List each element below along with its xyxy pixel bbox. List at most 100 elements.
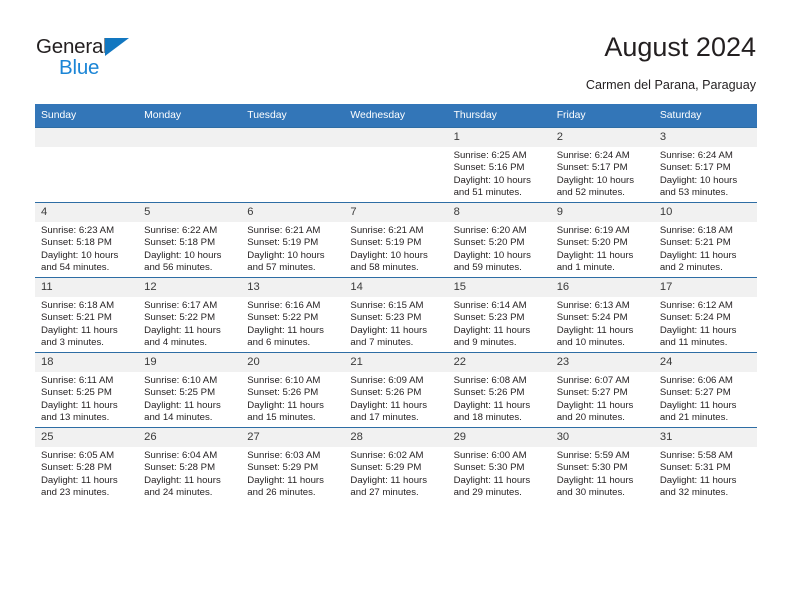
daylight-duration-minutes: and 27 minutes. <box>350 487 419 499</box>
sunrise-time: Sunrise: 6:07 AM <box>556 375 630 386</box>
daylight-duration-minutes: and 26 minutes. <box>247 487 316 499</box>
calendar-day-cell[interactable]: 30 Sunrise: 5:59 AM Sunset: 5:30 PM Dayligh… <box>550 427 654 503</box>
calendar-day-cell[interactable]: 15 Sunrise: 6:14 AM Sunset: 5:23 PM Dayligh… <box>447 277 551 353</box>
day-details: Sunrise: 6:18 AM Sunset: 5:21 PM Daylight:… <box>35 297 138 350</box>
day-details: Sunrise: 6:19 AM Sunset: 5:20 PM Daylight:… <box>551 222 654 275</box>
day-details: Sunrise: 6:20 AM Sunset: 5:20 PM Daylight:… <box>448 222 551 275</box>
calendar-day-cell[interactable]: 25 Sunrise: 6:05 AM Sunset: 5:28 PM Dayligh… <box>35 427 139 503</box>
sunset-time: Sunset: 5:26 PM <box>247 387 319 399</box>
day-number: 27 <box>241 428 345 447</box>
calendar-day-cell[interactable]: 28 Sunrise: 6:02 AM Sunset: 5:29 PM Dayligh… <box>344 427 448 503</box>
sunrise-time: Sunrise: 5:59 AM <box>556 450 630 461</box>
sunrise-time: Sunrise: 6:17 AM <box>144 300 218 311</box>
daylight-duration-minutes: and 15 minutes. <box>247 412 316 424</box>
calendar-day-cell[interactable]: 12 Sunrise: 6:17 AM Sunset: 5:22 PM Dayligh… <box>138 277 242 353</box>
calendar-day-cell[interactable]: 2 Sunrise: 6:24 AM Sunset: 5:17 PM Daylight… <box>550 127 654 203</box>
day-number: 17 <box>653 278 757 297</box>
day-details: Sunrise: 6:18 AM Sunset: 5:21 PM Daylight:… <box>654 222 757 275</box>
sunrise-time: Sunrise: 6:06 AM <box>659 375 733 386</box>
day-number: 25 <box>35 428 139 447</box>
daylight-duration-hours: Daylight: 10 hours <box>659 174 738 186</box>
sunrise-time: Sunrise: 6:11 AM <box>41 375 114 386</box>
day-number: 23 <box>550 353 654 372</box>
day-number: 6 <box>241 203 345 222</box>
sunrise-time: Sunrise: 6:04 AM <box>144 450 218 461</box>
day-details: Sunrise: 6:21 AM Sunset: 5:19 PM Daylight:… <box>344 222 447 275</box>
calendar-day-cell-empty <box>138 127 242 203</box>
daylight-duration-minutes: and 57 minutes. <box>247 262 316 274</box>
page-header: General Blue August 2024 Carmen del Para… <box>0 0 792 100</box>
sunrise-time: Sunrise: 6:14 AM <box>453 300 527 311</box>
calendar-day-cell[interactable]: 5 Sunrise: 6:22 AM Sunset: 5:18 PM Daylight… <box>138 202 242 278</box>
calendar-day-cell[interactable]: 3 Sunrise: 6:24 AM Sunset: 5:17 PM Daylight… <box>653 127 757 203</box>
logo-text-general: General <box>36 35 108 58</box>
sunrise-time: Sunrise: 6:21 AM <box>350 225 424 236</box>
calendar-day-cell[interactable]: 14 Sunrise: 6:15 AM Sunset: 5:23 PM Dayligh… <box>344 277 448 353</box>
calendar-day-cell[interactable]: 10 Sunrise: 6:18 AM Sunset: 5:21 PM Dayligh… <box>653 202 757 278</box>
calendar-day-cell[interactable]: 7 Sunrise: 6:21 AM Sunset: 5:19 PM Daylight… <box>344 202 448 278</box>
calendar-day-cell[interactable]: 29 Sunrise: 6:00 AM Sunset: 5:30 PM Dayligh… <box>447 427 551 503</box>
daylight-duration-minutes: and 23 minutes. <box>41 487 110 499</box>
calendar-day-cell[interactable]: 8 Sunrise: 6:20 AM Sunset: 5:20 PM Daylight… <box>447 202 551 278</box>
daylight-duration-minutes: and 2 minutes. <box>659 262 723 274</box>
calendar-day-cell[interactable]: 18 Sunrise: 6:11 AM Sunset: 5:25 PM Dayligh… <box>35 352 139 428</box>
calendar-day-cell[interactable]: 24 Sunrise: 6:06 AM Sunset: 5:27 PM Dayligh… <box>653 352 757 428</box>
daylight-duration-minutes: and 56 minutes. <box>144 262 213 274</box>
day-number: 26 <box>138 428 242 447</box>
calendar-day-cell[interactable]: 20 Sunrise: 6:10 AM Sunset: 5:26 PM Dayligh… <box>241 352 345 428</box>
day-number: 18 <box>35 353 139 372</box>
daylight-duration-minutes: and 14 minutes. <box>144 412 213 424</box>
sunset-time: Sunset: 5:25 PM <box>41 387 112 399</box>
day-details: Sunrise: 6:12 AM Sunset: 5:24 PM Daylight:… <box>654 297 757 350</box>
day-number <box>241 128 345 147</box>
calendar-day-cell[interactable]: 21 Sunrise: 6:09 AM Sunset: 5:26 PM Dayligh… <box>344 352 448 428</box>
calendar-day-cell[interactable]: 22 Sunrise: 6:08 AM Sunset: 5:26 PM Dayligh… <box>447 352 551 428</box>
sunset-time: Sunset: 5:26 PM <box>453 387 525 399</box>
daylight-duration-hours: Daylight: 11 hours <box>247 474 324 486</box>
sunrise-time: Sunrise: 5:58 AM <box>659 450 733 461</box>
daylight-duration-minutes: and 59 minutes. <box>453 262 522 274</box>
day-details: Sunrise: 6:24 AM Sunset: 5:17 PM Daylight:… <box>654 147 757 200</box>
calendar-day-cell[interactable]: 1 Sunrise: 6:25 AM Sunset: 5:16 PM Daylight… <box>447 127 551 203</box>
calendar-day-cell[interactable]: 13 Sunrise: 6:16 AM Sunset: 5:22 PM Dayligh… <box>241 277 345 353</box>
day-details: Sunrise: 6:05 AM Sunset: 5:28 PM Daylight:… <box>35 447 138 500</box>
day-number: 4 <box>35 203 139 222</box>
calendar-day-cell[interactable]: 23 Sunrise: 6:07 AM Sunset: 5:27 PM Dayligh… <box>550 352 654 428</box>
daylight-duration-minutes: and 52 minutes. <box>556 187 625 199</box>
logo-triangle-icon <box>105 38 129 56</box>
day-number: 11 <box>35 278 139 297</box>
daylight-duration-hours: Daylight: 11 hours <box>659 324 737 336</box>
day-number: 9 <box>550 203 654 222</box>
day-number: 15 <box>447 278 551 297</box>
calendar-day-cell[interactable]: 16 Sunrise: 6:13 AM Sunset: 5:24 PM Dayligh… <box>550 277 654 353</box>
calendar-page: General Blue August 2024 Carmen del Para… <box>0 0 792 612</box>
calendar-week-row: 25 Sunrise: 6:05 AM Sunset: 5:28 PM Dayligh… <box>35 427 757 503</box>
sunrise-time: Sunrise: 6:18 AM <box>41 300 115 311</box>
daylight-duration-hours: Daylight: 11 hours <box>556 474 634 486</box>
calendar-day-cell[interactable]: 4 Sunrise: 6:23 AM Sunset: 5:18 PM Daylight… <box>35 202 139 278</box>
calendar-week-row: 18 Sunrise: 6:11 AM Sunset: 5:25 PM Dayligh… <box>35 352 757 428</box>
calendar-day-cell[interactable]: 11 Sunrise: 6:18 AM Sunset: 5:21 PM Dayligh… <box>35 277 139 353</box>
daylight-duration-hours: Daylight: 11 hours <box>41 324 118 336</box>
sunrise-time: Sunrise: 6:19 AM <box>556 225 630 236</box>
calendar-day-cell[interactable]: 31 Sunrise: 5:58 AM Sunset: 5:31 PM Dayligh… <box>653 427 757 503</box>
sunset-time: Sunset: 5:24 PM <box>556 312 628 324</box>
day-details: Sunrise: 6:10 AM Sunset: 5:25 PM Daylight:… <box>138 372 241 425</box>
calendar-day-cell[interactable]: 27 Sunrise: 6:03 AM Sunset: 5:29 PM Dayligh… <box>241 427 345 503</box>
calendar-day-cell[interactable]: 6 Sunrise: 6:21 AM Sunset: 5:19 PM Daylight… <box>241 202 345 278</box>
month-calendar-table: Sunday Monday Tuesday Wednesday Thursday… <box>35 104 757 503</box>
sunrise-time: Sunrise: 6:21 AM <box>247 225 321 236</box>
calendar-day-cell[interactable]: 26 Sunrise: 6:04 AM Sunset: 5:28 PM Dayligh… <box>138 427 242 503</box>
sunset-time: Sunset: 5:30 PM <box>453 462 525 474</box>
sunrise-time: Sunrise: 6:12 AM <box>659 300 733 311</box>
day-details: Sunrise: 6:22 AM Sunset: 5:18 PM Daylight:… <box>138 222 241 275</box>
calendar-day-cell[interactable]: 9 Sunrise: 6:19 AM Sunset: 5:20 PM Daylight… <box>550 202 654 278</box>
general-blue-logo: General Blue <box>36 36 156 86</box>
sunrise-time: Sunrise: 6:15 AM <box>350 300 424 311</box>
sunset-time: Sunset: 5:25 PM <box>144 387 216 399</box>
day-details: Sunrise: 6:02 AM Sunset: 5:29 PM Daylight:… <box>344 447 447 500</box>
calendar-day-cell[interactable]: 19 Sunrise: 6:10 AM Sunset: 5:25 PM Dayligh… <box>138 352 242 428</box>
calendar-day-cell[interactable]: 17 Sunrise: 6:12 AM Sunset: 5:24 PM Dayligh… <box>653 277 757 353</box>
sunset-time: Sunset: 5:17 PM <box>556 162 628 174</box>
sunrise-time: Sunrise: 6:09 AM <box>350 375 424 386</box>
